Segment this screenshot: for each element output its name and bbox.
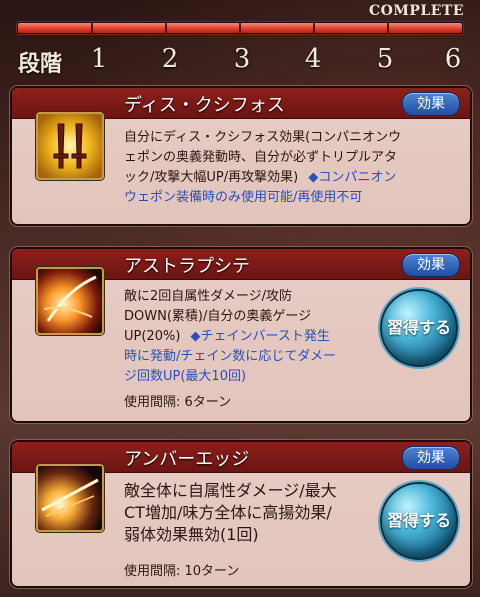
learn-button[interactable]: 習得する: [380, 482, 458, 560]
lightning-slash-icon: [36, 267, 104, 335]
description-line: ェポンの奥義発動時、自分が必ずトリプルアタ: [124, 150, 398, 165]
note-line: ジ回数UP(最大10回): [124, 369, 247, 384]
skill-title: ディス・クシフォス: [124, 95, 285, 116]
stage-progress-bar: [16, 21, 464, 35]
stage-number-5: 5: [376, 44, 394, 74]
description-line: 弱体効果無効(1回): [124, 525, 259, 544]
note-line: ◆チェインバースト発生: [190, 329, 330, 344]
skill-card-amber-edge: アンバーエッジ 効果 敵全体に自属性ダメージ/最大 CT増加/味方全体に高揚効果…: [12, 442, 470, 586]
progress-divider: [165, 22, 167, 34]
learn-button[interactable]: 習得する: [380, 289, 458, 367]
skill-description: 敵全体に自属性ダメージ/最大 CT増加/味方全体に高揚効果/ 弱体効果無効(1回…: [124, 480, 386, 546]
note-line: 時に発動/チェイン数に応じてダメー: [124, 349, 336, 364]
progress-divider: [387, 22, 389, 34]
twin-swords-icon: [36, 112, 104, 180]
description-line: CT増加/味方全体に高揚効果/: [124, 503, 332, 522]
effect-button[interactable]: 効果: [402, 253, 460, 277]
stage-number-6: 6: [444, 44, 462, 74]
description-line: ック/攻撃大幅UP/再攻撃効果): [124, 170, 299, 185]
description-line: 敵全体に自属性ダメージ/最大: [124, 481, 337, 500]
cooldown-text: 使用間隔: 6ターン: [124, 395, 232, 410]
description-line: 敵に2回自属性ダメージ/攻防: [124, 289, 293, 304]
stage-row: 段階 1 2 3 4 5 6: [0, 42, 480, 77]
cooldown-text: 使用間隔: 10ターン: [124, 564, 240, 579]
progress-divider: [91, 22, 93, 34]
description-line: DOWN(累積)/自分の奥義ゲージ: [124, 309, 312, 324]
skill-description: 敵に2回自属性ダメージ/攻防 DOWN(累積)/自分の奥義ゲージ UP(20%)…: [124, 287, 386, 387]
description-line: UP(20%): [124, 329, 181, 344]
skill-title: アストラプシテ: [124, 256, 250, 277]
note-line: ◆コンパニオン: [308, 170, 397, 185]
skill-title: アンバーエッジ: [124, 449, 250, 470]
skill-card-astrapsite: アストラプシテ 効果 敵に2回自属性ダメージ/攻防 DOWN(累積)/自分の奥義…: [12, 249, 470, 421]
description-line: 自分にディス・クシフォス効果(コンパニオンウ: [124, 130, 402, 145]
skill-description: 自分にディス・クシフォス効果(コンパニオンウ ェポンの奥義発動時、自分が必ずトリ…: [124, 128, 464, 208]
complete-label: COMPLETE: [369, 3, 464, 19]
stage-number-3: 3: [233, 44, 251, 74]
stage-number-1: 1: [90, 44, 108, 74]
amber-blade-icon: [36, 464, 104, 532]
stage-label: 段階: [18, 51, 63, 77]
effect-button[interactable]: 効果: [402, 446, 460, 470]
effect-button[interactable]: 効果: [402, 92, 460, 116]
progress-divider: [239, 22, 241, 34]
progress-divider: [313, 22, 315, 34]
skill-card-dis-xiphos: ディス・クシフォス 効果 自分にディス・クシフォス効果(コンパニオンウ ェポンの…: [12, 88, 470, 224]
stage-number-2: 2: [161, 44, 179, 74]
stage-number-4: 4: [304, 44, 322, 74]
note-line: ウェポン装備時のみ使用可能/再使用不可: [124, 190, 363, 205]
